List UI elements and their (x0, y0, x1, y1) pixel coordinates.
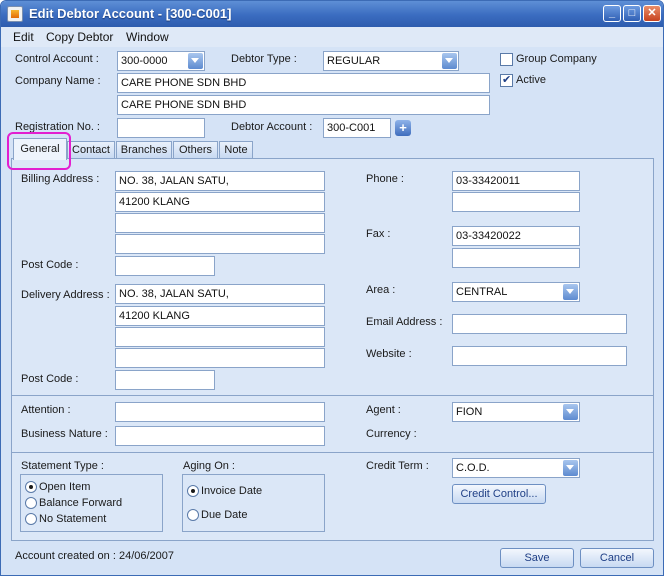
account-created-text: Account created on : 24/06/2007 (15, 550, 175, 562)
title-bar: Edit Debtor Account - [300-C001] _ □ ✕ (1, 1, 663, 27)
chevron-down-icon[interactable] (442, 53, 457, 69)
currency-label: Currency : (366, 428, 417, 440)
credit-control-button[interactable]: Credit Control... (452, 484, 546, 504)
tab-others[interactable]: Others (173, 141, 218, 159)
website-label: Website : (366, 348, 412, 360)
area-value: CENTRAL (456, 286, 508, 298)
section-divider (11, 452, 654, 453)
active-label: Active (516, 74, 546, 86)
group-company-label: Group Company (516, 53, 597, 65)
registration-input[interactable] (117, 118, 205, 138)
agent-select[interactable]: FION (452, 402, 580, 422)
active-checkbox[interactable] (500, 73, 513, 87)
credit-term-select[interactable]: C.O.D. (452, 458, 580, 478)
statement-balance-forward-radio[interactable] (25, 497, 37, 509)
cancel-button[interactable]: Cancel (580, 548, 654, 568)
credit-term-value: C.O.D. (456, 462, 490, 474)
group-company-checkbox[interactable] (500, 53, 513, 66)
phone-1-input[interactable]: 03-33420011 (452, 171, 580, 191)
add-icon[interactable]: + (395, 120, 411, 136)
delivery-address-line-3[interactable] (115, 327, 325, 347)
business-nature-input[interactable] (115, 426, 325, 446)
chevron-down-icon[interactable] (563, 284, 578, 300)
attention-label: Attention : (21, 404, 71, 416)
menu-edit[interactable]: Edit (13, 30, 34, 44)
billing-address-line-4[interactable] (115, 234, 325, 254)
edit-debtor-window: Edit Debtor Account - [300-C001] _ □ ✕ E… (0, 0, 664, 576)
app-icon (7, 6, 23, 22)
fax-label: Fax : (366, 228, 391, 240)
billing-address-line-2[interactable]: 41200 KLANG (115, 192, 325, 212)
debtor-type-value: REGULAR (327, 55, 381, 67)
debtor-account-input[interactable]: 300-C001 (323, 118, 391, 138)
aging-on-label: Aging On : (183, 460, 235, 472)
tab-branches[interactable]: Branches (116, 141, 172, 159)
aging-invoice-date-radio[interactable] (187, 485, 199, 497)
area-label: Area : (366, 284, 396, 296)
chevron-down-icon[interactable] (563, 460, 578, 476)
control-account-value: 300-0000 (121, 55, 168, 67)
statement-no-statement-label: No Statement (39, 513, 107, 525)
billing-address-line-1[interactable]: NO. 38, JALAN SATU, (115, 171, 325, 191)
delivery-post-code-input[interactable] (115, 370, 215, 390)
tab-contact[interactable]: Contact (67, 141, 115, 159)
save-button[interactable]: Save (500, 548, 574, 568)
billing-post-code-label: Post Code : (21, 259, 79, 271)
menu-copy-debtor[interactable]: Copy Debtor (46, 30, 113, 44)
statement-no-statement-radio[interactable] (25, 513, 37, 525)
tab-note[interactable]: Note (219, 141, 253, 159)
area-select[interactable]: CENTRAL (452, 282, 580, 302)
company-name-label: Company Name : (15, 75, 101, 87)
email-input[interactable] (452, 314, 627, 334)
aging-due-date-radio[interactable] (187, 509, 199, 521)
minimize-icon[interactable]: _ (603, 5, 621, 22)
menu-window[interactable]: Window (126, 30, 169, 44)
delivery-address-label: Delivery Address : (21, 289, 110, 301)
phone-2-input[interactable] (452, 192, 580, 212)
window-title: Edit Debtor Account - [300-C001] (29, 6, 232, 21)
aging-on-group (182, 474, 325, 532)
control-account-select[interactable]: 300-0000 (117, 51, 205, 71)
maximize-icon[interactable]: □ (623, 5, 641, 22)
debtor-account-label: Debtor Account : (231, 121, 313, 133)
delivery-address-line-1[interactable]: NO. 38, JALAN SATU, (115, 284, 325, 304)
company-name-input[interactable]: CARE PHONE SDN BHD (117, 73, 490, 93)
billing-post-code-input[interactable] (115, 256, 215, 276)
fax-1-input[interactable]: 03-33420022 (452, 226, 580, 246)
delivery-address-line-2[interactable]: 41200 KLANG (115, 306, 325, 326)
fax-2-input[interactable] (452, 248, 580, 268)
agent-label: Agent : (366, 404, 401, 416)
company-name-2-input[interactable]: CARE PHONE SDN BHD (117, 95, 490, 115)
billing-address-line-3[interactable] (115, 213, 325, 233)
statement-type-label: Statement Type : (21, 460, 104, 472)
delivery-address-line-4[interactable] (115, 348, 325, 368)
business-nature-label: Business Nature : (21, 428, 108, 440)
aging-due-date-label: Due Date (201, 509, 248, 521)
attention-input[interactable] (115, 402, 325, 422)
statement-open-item-label: Open Item (39, 481, 91, 493)
delivery-post-code-label: Post Code : (21, 373, 79, 385)
chevron-down-icon[interactable] (188, 53, 203, 69)
agent-value: FION (456, 406, 483, 418)
phone-label: Phone : (366, 173, 404, 185)
chevron-down-icon[interactable] (563, 404, 578, 420)
section-divider (11, 395, 654, 396)
debtor-type-select[interactable]: REGULAR (323, 51, 459, 71)
credit-term-label: Credit Term : (366, 460, 429, 472)
billing-address-label: Billing Address : (21, 173, 100, 185)
menu-bar: Edit Copy Debtor Window (1, 27, 663, 47)
aging-invoice-date-label: Invoice Date (201, 485, 263, 497)
email-label: Email Address : (366, 316, 443, 328)
tab-highlight-annotation (7, 132, 71, 170)
statement-balance-forward-label: Balance Forward (39, 497, 123, 509)
statement-open-item-radio[interactable] (25, 481, 37, 493)
debtor-type-label: Debtor Type : (231, 53, 297, 65)
control-account-label: Control Account : (15, 53, 99, 65)
close-icon[interactable]: ✕ (643, 5, 661, 22)
website-input[interactable] (452, 346, 627, 366)
